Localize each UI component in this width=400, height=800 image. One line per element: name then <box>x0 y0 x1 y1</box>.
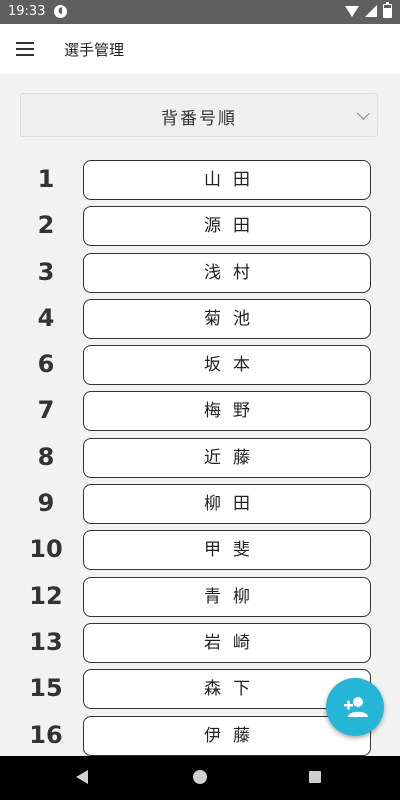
app-notification-icon: ◖ <box>54 5 67 18</box>
player-name: 柳田 <box>204 494 262 515</box>
player-name: 岩崎 <box>204 632 262 653</box>
battery-icon <box>383 2 392 18</box>
status-time: 19:33 <box>8 4 46 19</box>
player-name: 坂本 <box>204 355 262 376</box>
player-name: 近藤 <box>204 447 262 468</box>
player-number: 1 <box>37 165 55 193</box>
player-row: 6 坂本 <box>0 344 400 390</box>
recents-icon[interactable] <box>309 771 321 783</box>
app-bar: 選手管理 <box>0 24 400 74</box>
page-title: 選手管理 <box>64 41 125 59</box>
player-name: 青柳 <box>204 586 262 607</box>
player-row: 13 岩崎 <box>0 622 400 668</box>
cell-signal-icon <box>365 5 377 17</box>
player-number: 12 <box>29 581 63 610</box>
player-number: 6 <box>37 350 55 379</box>
player-name-button[interactable]: 梅野 <box>83 391 371 432</box>
player-row: 8 近藤 <box>0 437 400 483</box>
player-name: 伊藤 <box>204 725 262 746</box>
back-icon[interactable] <box>76 770 88 784</box>
player-name-button[interactable]: 源田 <box>83 206 371 247</box>
player-number: 3 <box>37 257 55 286</box>
player-number: 2 <box>37 211 55 240</box>
player-number: 9 <box>37 489 55 518</box>
player-number: 13 <box>29 627 63 656</box>
player-name-button[interactable]: 伊藤 <box>83 715 371 756</box>
menu-icon[interactable] <box>16 42 34 56</box>
player-number: 8 <box>37 442 55 471</box>
status-bar: 19:33 ◖ <box>0 0 400 24</box>
player-list: 1 山田 2 源田 3 浅村 4 菊池 6 坂本 7 梅野 8 近藤 9 柳田 10 甲斐 12 青柳 13 岩崎 15 森下… <box>0 159 400 761</box>
player-name: 山田 <box>204 170 262 190</box>
player-row: 4 菊池 <box>0 298 400 344</box>
player-row: 7 梅野 <box>0 390 400 436</box>
player-number: 10 <box>29 535 63 564</box>
status-icons <box>345 2 392 18</box>
player-name: 梅野 <box>204 401 262 422</box>
sort-order-select[interactable]: 背番号順 <box>20 93 378 137</box>
add-player-button[interactable] <box>326 678 384 736</box>
home-icon[interactable] <box>193 770 207 784</box>
player-number: 16 <box>29 720 63 749</box>
player-name-button[interactable]: 山田 <box>83 160 371 200</box>
player-name-button[interactable]: 菊池 <box>83 298 371 339</box>
person-add-icon <box>344 697 368 717</box>
player-row: 3 浅村 <box>0 252 400 298</box>
player-number: 4 <box>37 303 55 332</box>
player-name-button[interactable]: 浅村 <box>83 252 371 293</box>
player-number: 15 <box>29 674 63 703</box>
player-row: 1 山田 <box>0 159 400 205</box>
player-name-button[interactable]: 柳田 <box>83 484 371 525</box>
player-row: 10 甲斐 <box>0 529 400 575</box>
player-name: 甲斐 <box>204 540 262 561</box>
player-name: 菊池 <box>204 308 262 329</box>
player-row: 9 柳田 <box>0 483 400 529</box>
sort-order-value: 背番号順 <box>161 109 237 129</box>
player-name-button[interactable]: 坂本 <box>83 345 371 386</box>
player-name-button[interactable]: 甲斐 <box>83 530 371 571</box>
player-row: 2 源田 <box>0 205 400 251</box>
player-number: 7 <box>37 396 55 425</box>
player-name: 浅村 <box>204 262 262 283</box>
player-name-button[interactable]: 青柳 <box>83 576 371 617</box>
player-name: 源田 <box>204 216 262 237</box>
player-name-button[interactable]: 近藤 <box>83 437 371 478</box>
player-row: 12 青柳 <box>0 576 400 622</box>
wifi-icon <box>345 5 359 17</box>
player-name-button[interactable]: 岩崎 <box>83 622 371 663</box>
navigation-bar <box>0 756 400 800</box>
